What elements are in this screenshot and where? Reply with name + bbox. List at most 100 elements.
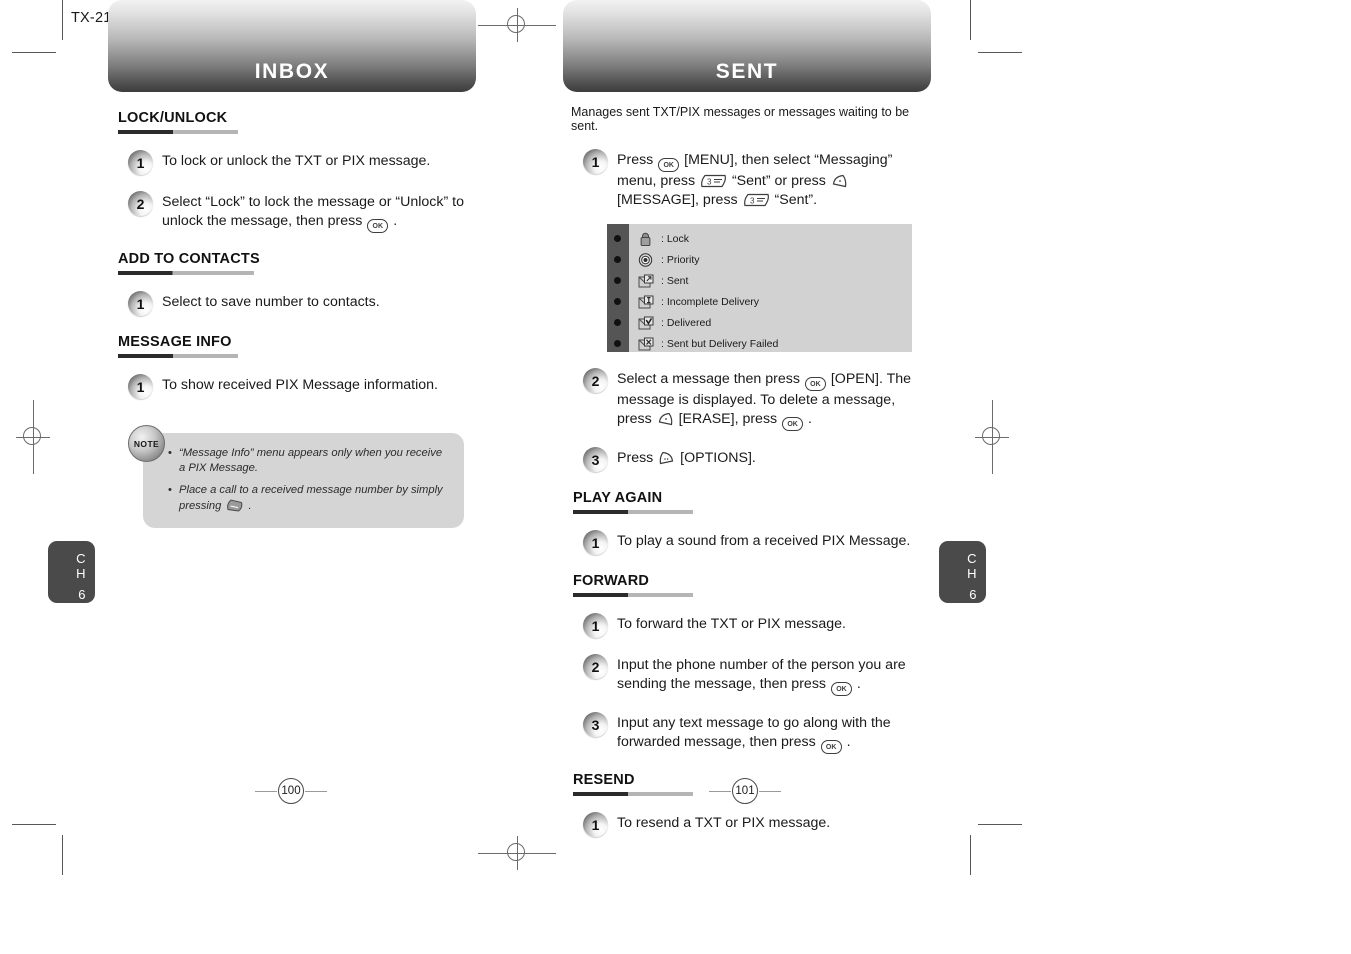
delivered-icon (637, 315, 655, 331)
legend-rail-dot (614, 340, 621, 347)
step-number-bullet: 1 (128, 291, 153, 316)
step-number: 2 (591, 372, 600, 389)
step-text-run: [OPTIONS]. (676, 450, 756, 466)
sent-steps-top: 1 Press OK [MENU], then select “Messaging… (563, 149, 931, 210)
step-number: 2 (136, 195, 145, 212)
numbered-step: 1 To show received PIX Message informatio… (108, 374, 476, 399)
step-body: Select “Lock” to lock the message or “Un… (162, 191, 476, 233)
inbox-banner-title: INBOX (254, 60, 330, 83)
svg-text:3: 3 (750, 197, 755, 206)
manual-section: FORWARD 1 To forward the TXT or PIX messag… (563, 573, 931, 754)
section-rule (573, 792, 693, 796)
step-text-run: “Message Info” menu appears only when yo… (179, 447, 443, 474)
step-body: Select a message then press OK [OPEN]. T… (617, 368, 931, 431)
crop-mark-bottom-right-h (978, 824, 1022, 826)
step-body: To forward the TXT or PIX message. (617, 613, 846, 634)
section-rule (118, 354, 238, 358)
chapter-tab-right-c: C (967, 551, 977, 566)
registration-mark-right (975, 400, 1009, 474)
step-number: 1 (136, 378, 145, 395)
step-text-run: “Sent”. (770, 192, 818, 208)
numbered-step: 1 Select to save number to contacts. (108, 291, 476, 316)
step-number-bullet: 1 (583, 613, 608, 638)
step-text-run: Select a message then press (617, 371, 804, 387)
numbered-step: 1 Press OK [MENU], then select “Messaging… (563, 149, 931, 210)
legend-rail (607, 224, 629, 352)
chapter-tab-right-h: H (967, 566, 977, 581)
step-text-run: To resend a TXT or PIX message. (617, 815, 831, 831)
numbered-step: 2 Input the phone number of the person yo… (563, 654, 931, 696)
chapter-tab-left-h: H (76, 566, 86, 581)
section-heading: MESSAGE INFO (118, 334, 232, 350)
step-number-bullet: 1 (583, 812, 608, 837)
chapter-tab-left-c: C (76, 551, 86, 566)
chapter-tab-left: C H 6 (48, 541, 95, 603)
step-text-run: Select “Lock” to lock the message or “Un… (162, 194, 464, 229)
step-text-run: Press (617, 152, 658, 168)
step-number-bullet: 2 (128, 191, 153, 216)
lock-icon (637, 231, 655, 247)
step-text-run: To play a sound from a received PIX Mess… (617, 533, 911, 549)
step-text-run: [MESSAGE], press (617, 192, 742, 208)
step-text-run: Press (617, 450, 658, 466)
step-text-run: . (852, 676, 861, 692)
folio-right-rule-right (759, 791, 781, 793)
right-softkey-icon (658, 451, 675, 465)
sent-intro: Manages sent TXT/PIX messages or message… (571, 105, 910, 133)
legend-rail-dot (614, 298, 621, 305)
folio-left: 100 (231, 778, 351, 804)
folio-right-number: 101 (732, 778, 758, 804)
sent-banner-title: SENT (715, 60, 779, 83)
folio-right-rule-left (709, 791, 731, 793)
ok-key-icon: OK (820, 740, 842, 754)
legend-row: : Priority (637, 249, 700, 270)
registration-mark-top (478, 8, 556, 42)
legend-label: : Lock (661, 232, 690, 245)
step-number: 1 (591, 617, 600, 634)
manual-section: PLAY AGAIN 1 To play a sound from a receiv… (563, 490, 931, 555)
left-softkey-icon (831, 174, 848, 188)
manual-section: ADD TO CONTACTS 1 Select to save number to… (108, 251, 476, 316)
note-callout: NOTE “Message Info” menu appears only wh… (128, 425, 464, 528)
folio-left-rule-left (255, 791, 277, 793)
legend-row: : Sent (637, 270, 688, 291)
section-heading: ADD TO CONTACTS (118, 251, 260, 267)
legend-label: : Delivered (661, 316, 712, 329)
section-rule (573, 593, 693, 597)
chapter-tab-right: C H 6 (939, 541, 986, 603)
registration-mark-left (16, 400, 50, 474)
legend-rail-dot (614, 319, 621, 326)
crop-mark-top-left-h (12, 52, 56, 54)
manual-section: LOCK/UNLOCK 1 To lock or unlock the TXT or… (108, 110, 476, 233)
legend-rail-dot (614, 256, 621, 263)
note-bullet: “Message Info” menu appears only when yo… (168, 446, 448, 476)
step-number-bullet: 2 (583, 368, 608, 393)
legend-label: : Incomplete Delivery (661, 295, 760, 308)
ok-key-icon: OK (830, 682, 852, 696)
step-text-run: Select to save number to contacts. (162, 294, 380, 310)
sent-steps-bottom: 2 Select a message then press OK [OPEN]. … (563, 368, 931, 472)
folio-left-number: 100 (278, 778, 304, 804)
step-body: Select to save number to contacts. (162, 291, 380, 312)
step-number-bullet: 3 (583, 712, 608, 737)
legend-rail-dot (614, 235, 621, 242)
legend-row: : Incomplete Delivery (637, 291, 759, 312)
step-number-bullet: 1 (583, 149, 608, 174)
legend-rail-dot (614, 277, 621, 284)
numbered-step: 3 Input any text message to go along with… (563, 712, 931, 754)
crop-mark-bottom-left-v (62, 835, 64, 875)
step-number-bullet: 1 (128, 374, 153, 399)
step-text-run: Input the phone number of the person you… (617, 657, 906, 692)
priority-icon (637, 252, 655, 268)
step-text-run: . (245, 500, 252, 512)
ok-key-icon: OK (782, 417, 804, 431)
section-heading: LOCK/UNLOCK (118, 110, 228, 126)
delivery-failed-icon (637, 336, 655, 352)
step-number: 3 (591, 716, 600, 733)
step-number: 1 (591, 816, 600, 833)
legend-label: : Sent but Delivery Failed (661, 337, 779, 350)
legend-label: : Priority (661, 253, 700, 266)
note-badge-icon: NOTE (128, 425, 165, 462)
numbered-step: 1 To lock or unlock the TXT or PIX messag… (108, 150, 476, 175)
section-rule (573, 510, 693, 514)
